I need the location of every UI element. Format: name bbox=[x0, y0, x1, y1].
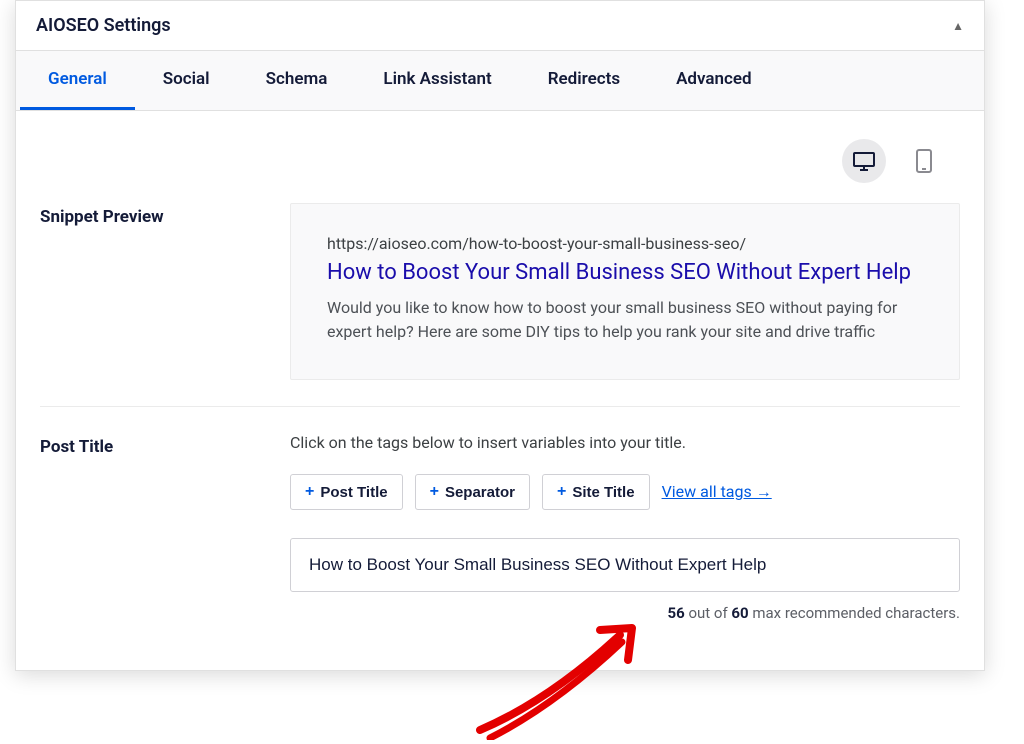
char-max: 60 bbox=[731, 604, 748, 622]
tab-link-assistant[interactable]: Link Assistant bbox=[355, 51, 519, 110]
panel-title: AIOSEO Settings bbox=[36, 15, 171, 36]
device-toggle bbox=[40, 139, 960, 183]
plus-icon: + bbox=[430, 483, 439, 501]
collapse-icon[interactable]: ▲ bbox=[952, 19, 964, 33]
plus-icon: + bbox=[305, 483, 314, 501]
tag-site-title-button[interactable]: + Site Title bbox=[542, 474, 650, 510]
divider bbox=[40, 406, 960, 407]
tag-separator-button[interactable]: + Separator bbox=[415, 474, 530, 510]
post-title-input[interactable] bbox=[290, 538, 960, 592]
snippet-preview-box: https://aioseo.com/how-to-boost-your-sma… bbox=[290, 203, 960, 380]
tag-label: Separator bbox=[445, 484, 515, 501]
snippet-title: How to Boost Your Small Business SEO Wit… bbox=[327, 259, 923, 288]
snippet-preview-label: Snippet Preview bbox=[40, 203, 290, 227]
mobile-icon bbox=[916, 149, 932, 173]
tab-general[interactable]: General bbox=[20, 51, 135, 110]
tab-social[interactable]: Social bbox=[135, 51, 238, 110]
snippet-description: Would you like to know how to boost your… bbox=[327, 296, 923, 346]
post-title-label: Post Title bbox=[40, 433, 290, 457]
snippet-url: https://aioseo.com/how-to-boost-your-sma… bbox=[327, 234, 923, 253]
tag-label: Site Title bbox=[572, 484, 634, 501]
post-title-help: Click on the tags below to insert variab… bbox=[290, 433, 960, 452]
plus-icon: + bbox=[557, 483, 566, 501]
character-counter: 56 out of 60 max recommended characters. bbox=[290, 604, 960, 622]
tabs-bar: General Social Schema Link Assistant Red… bbox=[16, 51, 984, 111]
tag-post-title-button[interactable]: + Post Title bbox=[290, 474, 403, 510]
desktop-icon bbox=[852, 149, 876, 173]
mobile-preview-button[interactable] bbox=[902, 139, 946, 183]
desktop-preview-button[interactable] bbox=[842, 139, 886, 183]
tab-schema[interactable]: Schema bbox=[238, 51, 356, 110]
panel-header: AIOSEO Settings ▲ bbox=[16, 1, 984, 51]
tab-redirects[interactable]: Redirects bbox=[520, 51, 648, 110]
view-all-tags-link[interactable]: View all tags → bbox=[662, 482, 772, 502]
tab-advanced[interactable]: Advanced bbox=[648, 51, 780, 110]
tag-label: Post Title bbox=[320, 484, 387, 501]
char-current: 56 bbox=[668, 604, 685, 622]
